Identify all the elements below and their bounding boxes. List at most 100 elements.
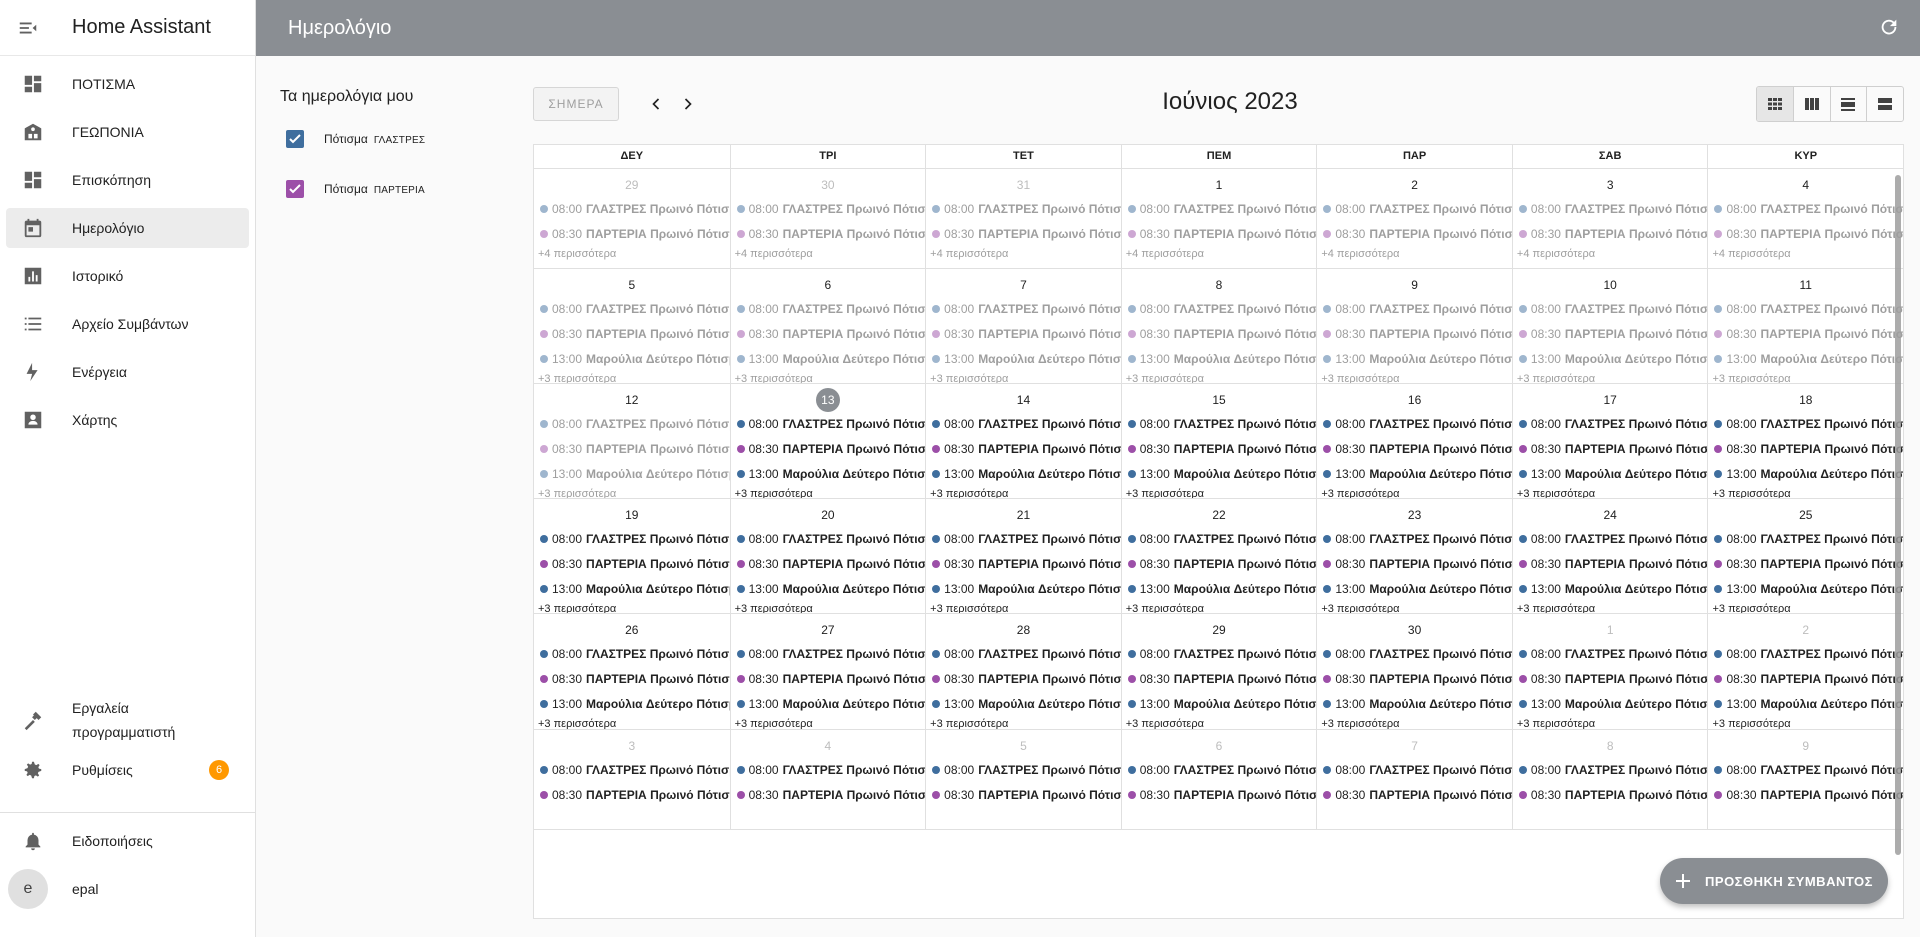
day-cell[interactable]: 2608:00ΓΛΑΣΤΡΕΣ Πρωινό Πότισμα08:30ΠΑΡΤΕ… bbox=[534, 614, 730, 729]
day-cell[interactable]: 308:00ΓΛΑΣΤΡΕΣ Πρωινό Πότισμα08:30ΠΑΡΤΕΡ… bbox=[1511, 169, 1708, 268]
calendar-event[interactable]: 08:00ΓΛΑΣΤΡΕΣ Πρωινό Πότισμα bbox=[1122, 757, 1316, 782]
day-cell[interactable]: 708:00ΓΛΑΣΤΡΕΣ Πρωινό Πότισμα08:30ΠΑΡΤΕΡ… bbox=[1316, 730, 1512, 829]
sidebar-item-logbook[interactable]: Αρχείο Συμβάντων bbox=[6, 304, 249, 344]
more-link[interactable]: +3 περισσότερα bbox=[731, 601, 926, 613]
calendar-event[interactable]: 08:30ΠΑΡΤΕΡΙΑ Πρωινό Πότισμα bbox=[1708, 666, 1903, 691]
calendar-event[interactable]: 08:30ΠΑΡΤΕΡΙΑ Πρωινό Πότισμα bbox=[926, 551, 1121, 576]
calendar-event[interactable]: 08:30ΠΑΡΤΕΡΙΑ Πρωινό Πότισμα bbox=[926, 321, 1121, 346]
more-link[interactable]: +4 περισσότερα bbox=[731, 246, 926, 262]
more-link[interactable]: +3 περισσότερα bbox=[731, 486, 926, 498]
calendar-event[interactable]: 08:30ΠΑΡΤΕΡΙΑ Πρωινό Πότισμα bbox=[1708, 221, 1903, 246]
day-cell[interactable]: 808:00ΓΛΑΣΤΡΕΣ Πρωινό Πότισμα08:30ΠΑΡΤΕΡ… bbox=[1120, 269, 1316, 383]
calendar-event[interactable]: 08:00ΓΛΑΣΤΡΕΣ Πρωινό Πότισμα bbox=[534, 296, 730, 321]
calendar-event[interactable]: 08:30ΠΑΡΤΕΡΙΑ Πρωινό Πότισμα bbox=[1122, 666, 1316, 691]
sidebar-item-geoponia[interactable]: ΓΕΩΠΟΝΙΑ bbox=[6, 112, 249, 152]
calendar-event[interactable]: 08:30ΠΑΡΤΕΡΙΑ Πρωινό Πότισμα bbox=[1122, 782, 1316, 807]
more-link[interactable]: +4 περισσότερα bbox=[1122, 246, 1317, 262]
more-link[interactable]: +3 περισσότερα bbox=[1317, 486, 1512, 498]
day-cell[interactable]: 608:00ΓΛΑΣΤΡΕΣ Πρωινό Πότισμα08:30ΠΑΡΤΕΡ… bbox=[1120, 730, 1316, 829]
calendar-event[interactable]: 08:30ΠΑΡΤΕΡΙΑ Πρωινό Πότισμα bbox=[731, 321, 925, 346]
calendar-event[interactable]: 08:00ΓΛΑΣΤΡΕΣ Πρωινό Πότισμα bbox=[926, 641, 1121, 666]
day-number[interactable]: 26 bbox=[534, 619, 730, 641]
more-link[interactable]: +3 περισσότερα bbox=[534, 716, 730, 729]
day-cell[interactable]: 708:00ΓΛΑΣΤΡΕΣ Πρωινό Πότισμα08:30ΠΑΡΤΕΡ… bbox=[925, 269, 1121, 383]
view-week-button[interactable] bbox=[1792, 87, 1830, 121]
calendar-event[interactable]: 08:30ΠΑΡΤΕΡΙΑ Πρωινό Πότισμα bbox=[1317, 321, 1512, 346]
calendar-event[interactable]: 08:00ΓΛΑΣΤΡΕΣ Πρωινό Πότισμα bbox=[926, 296, 1121, 321]
day-number[interactable]: 4 bbox=[731, 735, 926, 757]
more-link[interactable]: +3 περισσότερα bbox=[1122, 601, 1317, 613]
calendar-event[interactable]: 08:00ΓΛΑΣΤΡΕΣ Πρωινό Πότισμα bbox=[1317, 526, 1512, 551]
more-link[interactable]: +3 περισσότερα bbox=[926, 716, 1121, 729]
day-number[interactable]: 1 bbox=[1122, 174, 1317, 196]
calendar-event[interactable]: 13:00Μαρούλια Δεύτερο Πότισμα bbox=[926, 461, 1121, 486]
calendar-event[interactable]: 08:30ΠΑΡΤΕΡΙΑ Πρωινό Πότισμα bbox=[534, 436, 730, 461]
day-cell[interactable]: 208:00ΓΛΑΣΤΡΕΣ Πρωινό Πότισμα08:30ΠΑΡΤΕΡ… bbox=[1707, 614, 1903, 729]
sidebar-item-map[interactable]: Χάρτης bbox=[6, 400, 249, 440]
view-list-button[interactable] bbox=[1866, 87, 1903, 121]
calendar-event[interactable]: 08:00ΓΛΑΣΤΡΕΣ Πρωινό Πότισμα bbox=[1513, 411, 1707, 436]
day-number[interactable]: 9 bbox=[1708, 735, 1903, 757]
calendar-event[interactable]: 08:00ΓΛΑΣΤΡΕΣ Πρωινό Πότισμα bbox=[1513, 196, 1707, 221]
more-link[interactable]: +3 περισσότερα bbox=[731, 716, 926, 729]
day-cell[interactable]: 1808:00ΓΛΑΣΤΡΕΣ Πρωινό Πότισμα08:30ΠΑΡΤΕ… bbox=[1707, 384, 1903, 498]
calendar-event[interactable]: 08:00ΓΛΑΣΤΡΕΣ Πρωινό Πότισμα bbox=[731, 526, 925, 551]
calendar-event[interactable]: 08:30ΠΑΡΤΕΡΙΑ Πρωινό Πότισμα bbox=[731, 221, 925, 246]
sidebar-item-calendar[interactable]: Ημερολόγιο bbox=[6, 208, 249, 248]
calendar-event[interactable]: 08:30ΠΑΡΤΕΡΙΑ Πρωινό Πότισμα bbox=[534, 666, 730, 691]
refresh-button[interactable] bbox=[1878, 16, 1902, 40]
calendar-event[interactable]: 08:30ΠΑΡΤΕΡΙΑ Πρωινό Πότισμα bbox=[534, 321, 730, 346]
day-cell[interactable]: 2408:00ΓΛΑΣΤΡΕΣ Πρωινό Πότισμα08:30ΠΑΡΤΕ… bbox=[1511, 499, 1707, 613]
calendar-event[interactable]: 08:00ΓΛΑΣΤΡΕΣ Πρωινό Πότισμα bbox=[1317, 757, 1512, 782]
day-cell[interactable]: 2208:00ΓΛΑΣΤΡΕΣ Πρωινό Πότισμα08:30ΠΑΡΤΕ… bbox=[1120, 499, 1317, 613]
calendar-event[interactable]: 13:00Μαρούλια Δεύτερο Πότισμα bbox=[534, 691, 730, 716]
calendar-event[interactable]: 08:00ΓΛΑΣΤΡΕΣ Πρωινό Πότισμα bbox=[926, 411, 1121, 436]
day-number[interactable]: 29 bbox=[534, 174, 730, 196]
calendar-event[interactable]: 08:00ΓΛΑΣΤΡΕΣ Πρωινό Πότισμα bbox=[534, 526, 730, 551]
calendar-event[interactable]: 08:00ΓΛΑΣΤΡΕΣ Πρωινό Πότισμα bbox=[731, 196, 925, 221]
day-cell[interactable]: 108:00ΓΛΑΣΤΡΕΣ Πρωινό Πότισμα08:30ΠΑΡΤΕΡ… bbox=[1120, 169, 1317, 268]
calendar-event[interactable]: 13:00Μαρούλια Δεύτερο Πότισμα bbox=[1708, 461, 1903, 486]
day-cell[interactable]: 908:00ΓΛΑΣΤΡΕΣ Πρωινό Πότισμα08:30ΠΑΡΤΕΡ… bbox=[1316, 269, 1512, 383]
checkbox[interactable] bbox=[286, 130, 304, 148]
calendar-event[interactable]: 13:00Μαρούλια Δεύτερο Πότισμα bbox=[731, 576, 925, 601]
sidebar-item-notifications[interactable]: Ειδοποιήσεις bbox=[6, 817, 249, 865]
calendar-event[interactable]: 08:30ΠΑΡΤΕΡΙΑ Πρωινό Πότισμα bbox=[926, 782, 1121, 807]
day-cell[interactable]: 2808:00ΓΛΑΣΤΡΕΣ Πρωινό Πότισμα08:30ΠΑΡΤΕ… bbox=[925, 614, 1121, 729]
day-number[interactable]: 3 bbox=[534, 735, 730, 757]
day-number[interactable]: 11 bbox=[1708, 274, 1903, 296]
calendar-event[interactable]: 08:00ΓΛΑΣΤΡΕΣ Πρωινό Πότισμα bbox=[926, 757, 1121, 782]
calendar-event[interactable]: 08:00ΓΛΑΣΤΡΕΣ Πρωινό Πότισμα bbox=[534, 641, 730, 666]
day-cell[interactable]: 608:00ΓΛΑΣΤΡΕΣ Πρωινό Πότισμα08:30ΠΑΡΤΕΡ… bbox=[729, 269, 926, 383]
calendar-event[interactable]: 08:30ΠΑΡΤΕΡΙΑ Πρωινό Πότισμα bbox=[926, 666, 1121, 691]
day-number[interactable]: 20 bbox=[731, 504, 926, 526]
day-number[interactable]: 4 bbox=[1708, 174, 1903, 196]
prev-month-button[interactable] bbox=[644, 92, 668, 116]
calendar-event[interactable]: 08:30ΠΑΡΤΕΡΙΑ Πρωινό Πότισμα bbox=[1122, 436, 1316, 461]
day-cell[interactable]: 2908:00ΓΛΑΣΤΡΕΣ Πρωινό Πότισμα08:30ΠΑΡΤΕ… bbox=[534, 169, 730, 268]
calendar-event[interactable]: 08:30ΠΑΡΤΕΡΙΑ Πρωινό Πότισμα bbox=[1122, 321, 1316, 346]
day-number[interactable]: 18 bbox=[1708, 389, 1903, 411]
day-cell[interactable]: 1508:00ΓΛΑΣΤΡΕΣ Πρωινό Πότισμα08:30ΠΑΡΤΕ… bbox=[1120, 384, 1316, 498]
calendar-event[interactable]: 13:00Μαρούλια Δεύτερο Πότισμα bbox=[926, 691, 1121, 716]
day-number[interactable]: 5 bbox=[926, 735, 1121, 757]
calendar-event[interactable]: 08:30ΠΑΡΤΕΡΙΑ Πρωινό Πότισμα bbox=[731, 782, 925, 807]
calendar-event[interactable]: 08:30ΠΑΡΤΕΡΙΑ Πρωινό Πότισμα bbox=[1317, 782, 1512, 807]
day-number[interactable]: 10 bbox=[1513, 274, 1708, 296]
day-number[interactable]: 30 bbox=[1317, 619, 1512, 641]
calendar-event[interactable]: 13:00Μαρούλια Δεύτερο Πότισμα bbox=[534, 346, 730, 371]
sidebar-item-settings[interactable]: Ρυθμίσεις 6 bbox=[6, 750, 249, 790]
calendar-event[interactable]: 08:00ΓΛΑΣΤΡΕΣ Πρωινό Πότισμα bbox=[1317, 641, 1512, 666]
calendar-event[interactable]: 13:00Μαρούλια Δεύτερο Πότισμα bbox=[1122, 576, 1316, 601]
day-number[interactable]: 6 bbox=[731, 274, 926, 296]
calendar-event[interactable]: 08:00ΓΛΑΣΤΡΕΣ Πρωινό Πότισμα bbox=[1122, 641, 1316, 666]
day-number[interactable]: 3 bbox=[1513, 174, 1708, 196]
calendar-event[interactable]: 08:30ΠΑΡΤΕΡΙΑ Πρωινό Πότισμα bbox=[1317, 221, 1512, 246]
calendar-event[interactable]: 08:00ΓΛΑΣΤΡΕΣ Πρωινό Πότισμα bbox=[1317, 411, 1512, 436]
day-number[interactable]: 19 bbox=[534, 504, 730, 526]
calendar-event[interactable]: 13:00Μαρούλια Δεύτερο Πότισμα bbox=[731, 346, 925, 371]
day-cell[interactable]: 508:00ΓΛΑΣΤΡΕΣ Πρωινό Πότισμα08:30ΠΑΡΤΕΡ… bbox=[534, 269, 730, 383]
calendar-event[interactable]: 08:30ΠΑΡΤΕΡΙΑ Πρωινό Πότισμα bbox=[534, 782, 730, 807]
calendar-event[interactable]: 08:30ΠΑΡΤΕΡΙΑ Πρωινό Πότισμα bbox=[1317, 551, 1512, 576]
calendar-toggle-glastres[interactable]: Πότισμα ΓΛΑΣΤΡΕΣ bbox=[286, 114, 506, 164]
